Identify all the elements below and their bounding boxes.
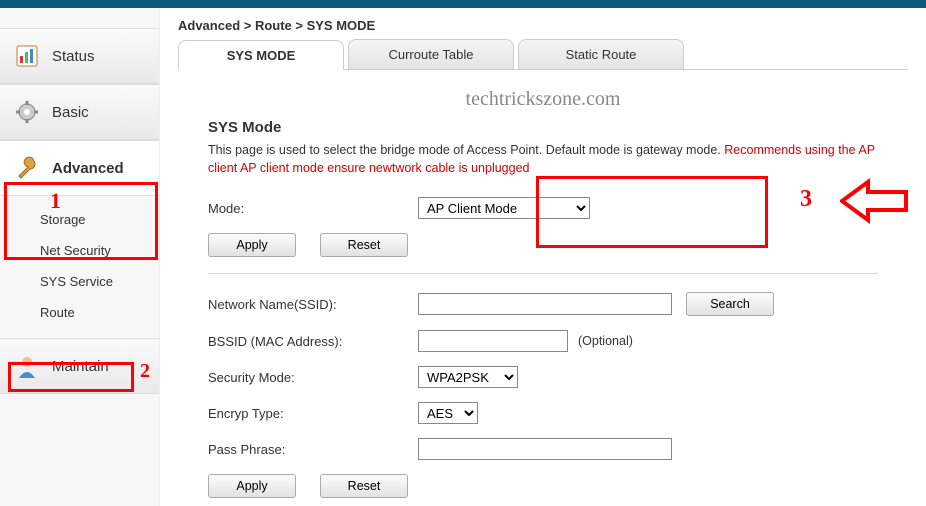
tab-sys-mode[interactable]: SYS MODE — [178, 40, 344, 70]
passphrase-input[interactable] — [418, 438, 672, 460]
sidebar-item-basic[interactable]: Basic — [0, 84, 159, 140]
ssid-input[interactable] — [418, 293, 672, 315]
security-mode-select[interactable]: WPA2PSK — [418, 366, 518, 388]
sidebar-item-maintain[interactable]: Maintain — [0, 338, 159, 394]
main-content: Advanced > Route > SYS MODE SYS MODE Cur… — [160, 8, 926, 506]
encryp-type-select[interactable]: AES — [418, 402, 478, 424]
search-button[interactable]: Search — [686, 292, 774, 316]
mode-label: Mode: — [208, 201, 418, 216]
sidebar-sub-storage[interactable]: Storage — [0, 204, 159, 235]
security-mode-label: Security Mode: — [208, 370, 418, 385]
bssid-optional-note: (Optional) — [578, 334, 633, 348]
top-bar — [0, 0, 926, 8]
breadcrumb: Advanced > Route > SYS MODE — [178, 18, 908, 33]
bssid-input[interactable] — [418, 330, 568, 352]
sidebar-sub-sys-service[interactable]: SYS Service — [0, 266, 159, 297]
sidebar: Status Basic Advanced Storage Net Securi… — [0, 8, 160, 506]
sidebar-item-label: Basic — [52, 104, 89, 121]
sidebar-item-label: Maintain — [52, 358, 109, 375]
tab-bar: SYS MODE Curroute Table Static Route — [178, 39, 908, 70]
passphrase-label: Pass Phrase: — [208, 442, 418, 457]
watermark-text: techtrickszone.com — [208, 88, 878, 111]
sidebar-item-label: Status — [52, 48, 95, 65]
reset-button-2[interactable]: Reset — [320, 474, 408, 498]
tab-static-route[interactable]: Static Route — [518, 39, 684, 69]
encryp-type-label: Encryp Type: — [208, 406, 418, 421]
bssid-label: BSSID (MAC Address): — [208, 334, 418, 349]
tab-curroute-table[interactable]: Curroute Table — [348, 39, 514, 69]
sidebar-sub-net-security[interactable]: Net Security — [0, 235, 159, 266]
section-title: SYS Mode — [208, 119, 878, 136]
apply-button[interactable]: Apply — [208, 233, 296, 257]
gear-icon — [14, 99, 40, 125]
apply-button-2[interactable]: Apply — [208, 474, 296, 498]
ssid-label: Network Name(SSID): — [208, 297, 418, 312]
chart-icon — [14, 43, 40, 69]
reset-button[interactable]: Reset — [320, 233, 408, 257]
sidebar-submenu: Storage Net Security SYS Service Route — [0, 196, 159, 338]
sidebar-item-status[interactable]: Status — [0, 28, 159, 84]
sidebar-item-label: Advanced — [52, 160, 124, 177]
desc-text: This page is used to select the bridge m… — [208, 143, 724, 157]
sidebar-item-advanced[interactable]: Advanced — [0, 140, 159, 196]
sidebar-sub-route[interactable]: Route — [0, 297, 159, 328]
mode-select[interactable]: AP Client Mode — [418, 197, 590, 219]
wrench-icon — [14, 155, 40, 181]
user-icon — [14, 353, 40, 379]
section-description: This page is used to select the bridge m… — [208, 142, 878, 177]
divider — [208, 273, 878, 274]
